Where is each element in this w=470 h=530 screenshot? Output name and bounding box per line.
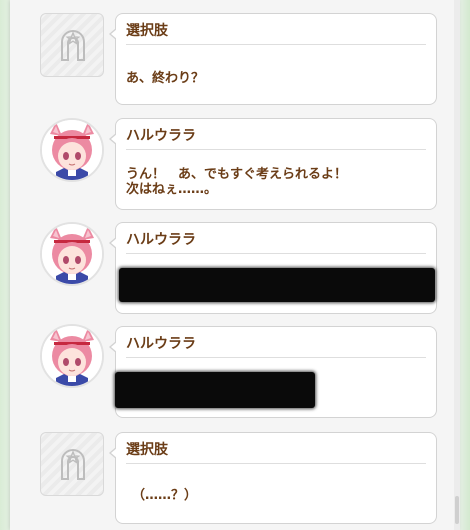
horseshoe-star-icon — [61, 30, 85, 61]
haru-urara-portrait — [40, 118, 104, 182]
dialogue-text: あ、終わり？ — [126, 71, 205, 86]
character-portrait-icon — [42, 120, 102, 180]
divider — [126, 463, 426, 464]
speaker-name: ハルウララ — [126, 336, 196, 352]
haru-urara-portrait — [40, 324, 104, 388]
divider — [126, 44, 426, 45]
choice-icon — [40, 13, 104, 77]
dialogue-text: うん！ あ、でもすぐ考えられるよ！ 次はねぇ……。 — [126, 167, 348, 197]
scrollbar-thumb[interactable] — [455, 496, 459, 524]
divider — [126, 149, 426, 150]
choice-icon — [40, 432, 104, 496]
horseshoe-star-icon — [61, 449, 85, 480]
dialogue-bubble: 選択肢 あ、終わり？ — [109, 13, 437, 105]
haru-urara-portrait — [40, 222, 104, 286]
divider — [126, 357, 426, 358]
speaker-name: ハルウララ — [126, 128, 196, 144]
character-portrait-icon — [42, 326, 102, 386]
speaker-name: 選択肢 — [126, 442, 168, 458]
character-portrait-icon — [42, 224, 102, 284]
scrollbar-track[interactable] — [454, 0, 460, 530]
speaker-name: ハルウララ — [126, 232, 196, 248]
speaker-name: 選択肢 — [126, 23, 168, 39]
dialogue-bubble: 選択肢 （……？） — [109, 432, 437, 524]
divider — [126, 253, 426, 254]
dialogue-text: （……？） — [132, 488, 198, 503]
redaction-bar — [119, 268, 435, 302]
dialogue-bubble: ハルウララ うん！ あ、でもすぐ考えられるよ！ 次はねぇ……。 — [109, 118, 437, 210]
redaction-bar — [115, 372, 315, 408]
